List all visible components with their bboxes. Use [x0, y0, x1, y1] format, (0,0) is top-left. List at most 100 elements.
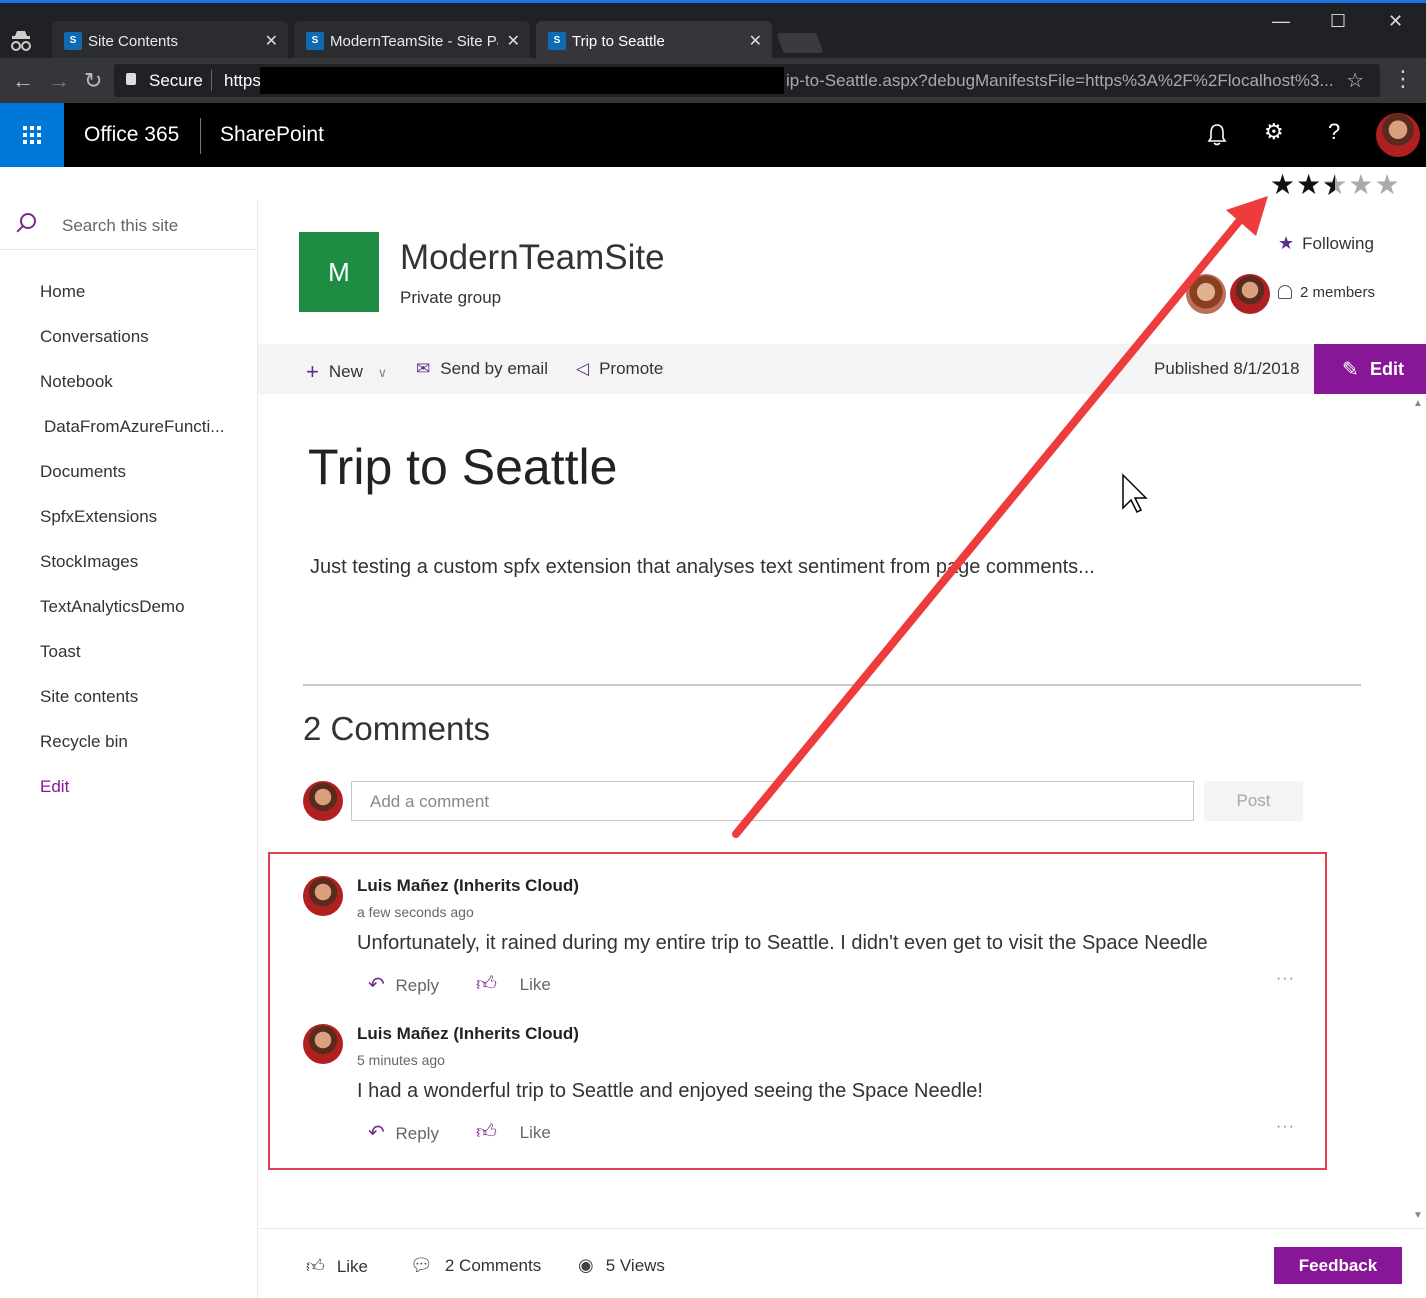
back-icon[interactable]: ←: [12, 68, 34, 94]
star-empty-icon: ★: [1374, 169, 1401, 200]
nav-item-stockimages[interactable]: StockImages: [40, 552, 138, 572]
edit-label: Edit: [1370, 359, 1404, 379]
site-search-box[interactable]: Search this site: [0, 200, 258, 250]
comment-input[interactable]: Add a comment: [351, 781, 1194, 821]
tab-modernteamsite[interactable]: S ModernTeamSite - Site Pa ✕: [294, 21, 530, 61]
like-button[interactable]: 👍︎ Like: [476, 972, 551, 996]
close-tab-icon[interactable]: ✕: [507, 31, 520, 51]
office365-link[interactable]: Office 365: [84, 123, 179, 147]
separator: [211, 70, 212, 91]
maximize-icon[interactable]: ☐: [1330, 11, 1346, 32]
plus-icon: +: [306, 359, 319, 384]
person-icon: [1278, 285, 1292, 299]
reply-button[interactable]: ↶ Reply: [368, 972, 439, 997]
nav-edit-link[interactable]: Edit: [40, 777, 69, 797]
footer-views: ◉ 5 Views: [578, 1255, 665, 1276]
nav-item-site-contents[interactable]: Site contents: [40, 687, 138, 707]
new-label: New: [328, 362, 363, 381]
page-title: Trip to Seattle: [308, 439, 618, 495]
star-icon: ★: [1278, 233, 1295, 253]
minimize-icon[interactable]: —: [1272, 11, 1290, 32]
following-label: Following: [1302, 234, 1374, 253]
scroll-down-icon[interactable]: ▼: [1413, 1210, 1423, 1221]
site-logo[interactable]: M: [299, 232, 379, 312]
more-options-icon[interactable]: ···: [1276, 970, 1295, 988]
help-icon[interactable]: ?: [1328, 119, 1340, 145]
member-avatar[interactable]: [1186, 274, 1226, 314]
settings-gear-icon[interactable]: ⚙: [1264, 119, 1284, 145]
scrollbar[interactable]: ▲ ▼: [1410, 394, 1426, 1228]
comment-author[interactable]: Luis Mañez (Inherits Cloud): [357, 1024, 579, 1044]
nav-item-notebook[interactable]: Notebook: [40, 372, 113, 392]
star-filled-icon: ★: [1270, 169, 1297, 200]
promote-label: Promote: [599, 359, 664, 378]
comment-text: Unfortunately, it rained during my entir…: [357, 932, 1208, 954]
command-bar: + New ∨ ✉ Send by email ◁ Promote Published…: [258, 344, 1426, 394]
comment-author-avatar[interactable]: [303, 1024, 343, 1064]
edit-page-button[interactable]: ✎ Edit: [1314, 344, 1426, 394]
new-tab-button[interactable]: [776, 33, 824, 53]
comment-icon: 💬︎: [410, 1255, 433, 1275]
members-label: 2 members: [1300, 284, 1376, 301]
follow-button[interactable]: ★ Following: [1278, 233, 1374, 254]
user-avatar[interactable]: [1376, 113, 1420, 157]
post-button[interactable]: Post: [1204, 781, 1303, 821]
left-navigation: Search this site Home Conversations Note…: [0, 200, 258, 1298]
address-bar: ← → ↻ Secure https ip-to-Seattle.aspx?de…: [0, 58, 1426, 103]
url-text: ip-to-Seattle.aspx?debugManifestsFile=ht…: [786, 71, 1334, 90]
pencil-icon: ✎: [1342, 359, 1359, 381]
reload-icon[interactable]: ↻: [84, 68, 102, 94]
reply-button[interactable]: ↶ Reply: [368, 1120, 439, 1145]
like-button[interactable]: 👍︎ Like: [476, 1120, 551, 1144]
reply-label: Reply: [395, 976, 439, 995]
more-options-icon[interactable]: ···: [1276, 1118, 1295, 1136]
tab-site-contents[interactable]: S Site Contents ✕: [52, 21, 288, 61]
site-privacy-label: Private group: [400, 288, 502, 307]
nav-item-textanalyticsdemo[interactable]: TextAnalyticsDemo: [40, 597, 185, 617]
scroll-up-icon[interactable]: ▲: [1413, 398, 1423, 409]
sentiment-star-rating: ★★★ ★★: [1270, 168, 1401, 201]
url-input[interactable]: Secure https ip-to-Seattle.aspx?debugMan…: [114, 64, 1380, 97]
chevron-down-icon: ∨: [377, 365, 388, 380]
comment-author[interactable]: Luis Mañez (Inherits Cloud): [357, 876, 579, 896]
new-button[interactable]: + New ∨: [306, 359, 387, 385]
footer-like-label: Like: [336, 1257, 368, 1276]
notification-bell-icon[interactable]: [1206, 123, 1228, 147]
close-window-icon[interactable]: ✕: [1388, 11, 1403, 32]
members-link[interactable]: 2 members: [1278, 284, 1375, 301]
like-label: Like: [519, 1123, 551, 1142]
secure-label: Secure: [149, 71, 203, 90]
site-name[interactable]: ModernTeamSite: [400, 238, 665, 278]
nav-item-documents[interactable]: Documents: [40, 462, 126, 482]
send-email-label: Send by email: [440, 359, 548, 378]
star-empty-icon: ★: [1348, 169, 1375, 200]
reply-label: Reply: [395, 1124, 439, 1143]
nav-item-home[interactable]: Home: [40, 282, 85, 302]
nav-item-datafromazurefunctions[interactable]: DataFromAzureFuncti...: [44, 417, 224, 437]
comment-author-avatar[interactable]: [303, 876, 343, 916]
app-launcher-icon[interactable]: [0, 103, 64, 167]
member-avatar[interactable]: [1230, 274, 1270, 314]
send-by-email-button[interactable]: ✉ Send by email: [416, 359, 548, 379]
nav-item-toast[interactable]: Toast: [40, 642, 81, 662]
sharepoint-link[interactable]: SharePoint: [220, 123, 324, 147]
footer-views-label: 5 Views: [605, 1256, 665, 1275]
tab-trip-to-seattle[interactable]: S Trip to Seattle ✕: [536, 21, 772, 61]
comments-heading: 2 Comments: [303, 710, 491, 747]
bookmark-star-icon[interactable]: ☆: [1346, 68, 1364, 93]
footer-comments-button[interactable]: 💬︎ 2 Comments: [410, 1255, 541, 1276]
close-tab-icon[interactable]: ✕: [749, 31, 762, 51]
footer-like-button[interactable]: 👍︎ Like: [306, 1255, 368, 1277]
search-placeholder: Search this site: [62, 216, 179, 235]
nav-item-spfxextensions[interactable]: SpfxExtensions: [40, 507, 157, 527]
feedback-button[interactable]: Feedback: [1274, 1247, 1402, 1284]
nav-item-conversations[interactable]: Conversations: [40, 327, 149, 347]
nav-item-recycle-bin[interactable]: Recycle bin: [40, 732, 128, 752]
promote-button[interactable]: ◁ Promote: [576, 359, 663, 379]
forward-icon[interactable]: →: [48, 68, 70, 94]
mail-icon: ✉: [416, 359, 431, 378]
browser-menu-icon[interactable]: ⋮: [1392, 66, 1414, 92]
divider: [200, 118, 201, 154]
close-tab-icon[interactable]: ✕: [265, 31, 278, 51]
published-date: Published 8/1/2018: [1154, 359, 1300, 378]
